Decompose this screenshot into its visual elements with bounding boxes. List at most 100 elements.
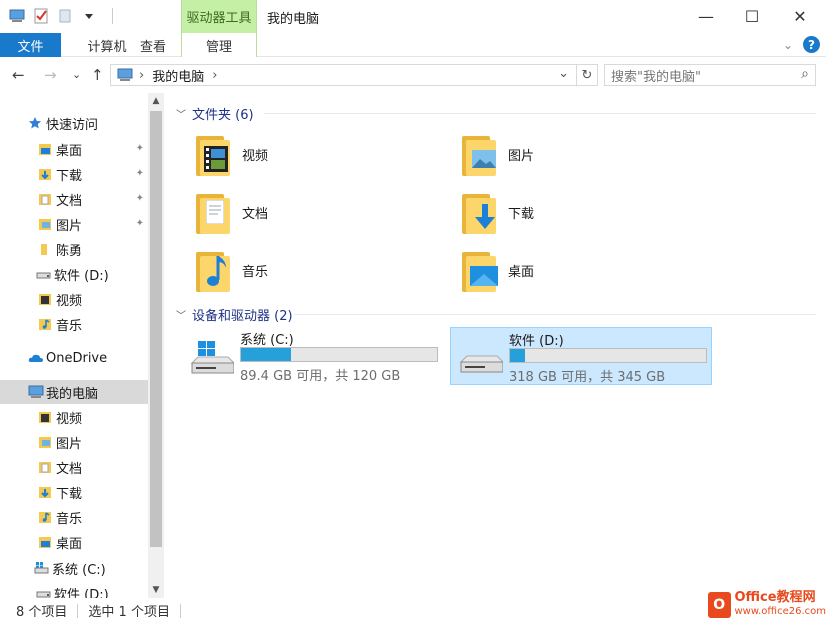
folder-desktop[interactable]: 桌面 — [430, 243, 670, 297]
music-folder-icon — [196, 248, 230, 292]
folder-pictures[interactable]: 图片 — [430, 127, 670, 181]
pin-icon[interactable]: ✦ — [136, 193, 144, 204]
sidebar-item-label: 视频 — [56, 293, 83, 309]
computer-icon — [28, 385, 44, 399]
address-dropdown-icon[interactable]: ⌄ — [558, 66, 569, 81]
watermark-url: www.office26.com — [734, 605, 826, 617]
group-title: 设备和驱动器 (2) — [192, 309, 293, 324]
sidebar-item-chenyong[interactable]: 陈勇 — [0, 237, 148, 261]
new-folder-icon[interactable] — [56, 7, 74, 25]
up-button[interactable]: ↑ — [91, 66, 104, 84]
back-button[interactable]: ← — [12, 66, 25, 84]
watermark-logo: O Office教程网 www.office26.com — [708, 586, 826, 623]
sidebar-item-label: 快速访问 — [46, 117, 99, 133]
folders-group-header[interactable]: ﹀ 文件夹 (6) — [176, 104, 254, 123]
sidebar-item-label: 下载 — [56, 168, 83, 184]
videos-folder-icon — [38, 292, 52, 306]
desktop-folder-icon — [462, 248, 498, 292]
sidebar-item-label: 系统 (C:) — [52, 562, 106, 578]
drive-d-tile[interactable]: 软件 (D:) 318 GB 可用，共 345 GB — [450, 327, 712, 385]
window-title: 我的电脑 — [267, 12, 320, 27]
scroll-down-icon[interactable]: ▼ — [148, 582, 164, 598]
divider — [179, 603, 181, 618]
scrollbar-thumb[interactable] — [150, 111, 162, 547]
sidebar-item-label: 文档 — [56, 461, 83, 477]
address-path-arrow-icon: › — [212, 67, 218, 83]
refresh-button[interactable]: ↻ — [576, 64, 598, 86]
properties-icon[interactable] — [32, 7, 50, 25]
tab-manage[interactable]: 管理 — [181, 33, 257, 57]
documents-folder-icon — [38, 460, 52, 474]
sidebar-item-label: 视频 — [56, 411, 83, 427]
star-icon — [28, 116, 42, 130]
drive-name: 系统 (C:) — [240, 333, 294, 348]
tab-view[interactable]: 查看 — [126, 33, 180, 57]
drive-icon — [36, 267, 51, 281]
sidebar-item-pc-desktop[interactable]: 桌面 — [0, 530, 148, 554]
folder-downloads[interactable]: 下载 — [430, 185, 670, 239]
sidebar-scrollbar[interactable]: ▲ ▼ — [148, 93, 164, 598]
chevron-down-icon: ﹀ — [176, 110, 186, 121]
videos-folder-icon — [38, 410, 52, 424]
sidebar-item-videos[interactable]: 视频 — [0, 287, 148, 311]
minimize-button[interactable]: — — [682, 0, 730, 33]
sidebar-item-drive-d-2[interactable]: 软件 (D:) — [0, 581, 148, 598]
navigation-pane: 快速访问 桌面 ✦ 下载 ✦ 文档 ✦ 图片 ✦ 陈勇 软件 (D:) 视频 音… — [0, 93, 164, 598]
computer-icon[interactable] — [8, 7, 26, 25]
sidebar-item-drive-d[interactable]: 软件 (D:) — [0, 262, 148, 286]
sidebar-item-downloads[interactable]: 下载 ✦ — [0, 162, 148, 186]
divider — [264, 113, 816, 114]
sidebar-item-label: 桌面 — [56, 536, 83, 552]
sidebar-item-label: OneDrive — [46, 350, 108, 366]
sidebar-item-quick-access[interactable]: 快速访问 — [0, 111, 148, 135]
sidebar-item-pictures[interactable]: 图片 ✦ — [0, 212, 148, 236]
forward-button[interactable]: → — [44, 66, 57, 84]
drives-group-header[interactable]: ﹀ 设备和驱动器 (2) — [176, 305, 293, 324]
drive-usage-bar — [509, 348, 707, 363]
scroll-up-icon[interactable]: ▲ — [148, 93, 164, 109]
sidebar-item-label: 我的电脑 — [46, 386, 99, 402]
windows-drive-icon — [190, 341, 236, 375]
sidebar-item-pc-downloads[interactable]: 下载 — [0, 480, 148, 504]
sidebar-item-pc-documents[interactable]: 文档 — [0, 455, 148, 479]
help-icon[interactable]: ? — [803, 36, 820, 53]
pin-icon[interactable]: ✦ — [136, 218, 144, 229]
sidebar-item-pc-pictures[interactable]: 图片 — [0, 430, 148, 454]
search-placeholder: 搜索"我的电脑" — [611, 69, 701, 85]
pin-icon[interactable]: ✦ — [136, 168, 144, 179]
folder-icon — [38, 242, 52, 256]
sidebar-item-label: 陈勇 — [56, 243, 83, 259]
navigation-bar: ← → ⌄ ↑ › 我的电脑 › ⌄ ↻ 搜索"我的电脑" ⌕ — [0, 57, 826, 93]
sidebar-item-this-pc[interactable]: 我的电脑 — [0, 380, 148, 404]
sidebar-item-desktop[interactable]: 桌面 ✦ — [0, 137, 148, 161]
sidebar-item-drive-c[interactable]: 系统 (C:) — [0, 556, 148, 580]
folder-documents[interactable]: 文档 — [164, 185, 404, 239]
sidebar-item-label: 图片 — [56, 218, 83, 234]
address-bar[interactable]: › 我的电脑 › ⌄ — [110, 64, 598, 86]
ribbon-collapse-chevron-icon[interactable]: ⌄ — [783, 38, 793, 52]
content-pane: ﹀ 文件夹 (6) 视频 图片 文档 下载 音乐 桌面 ﹀ 设备和驱动器 (2)… — [164, 93, 826, 598]
search-input[interactable]: 搜索"我的电脑" ⌕ — [604, 64, 816, 86]
folder-music[interactable]: 音乐 — [164, 243, 404, 297]
close-button[interactable]: ✕ — [776, 0, 824, 33]
sidebar-item-pc-music[interactable]: 音乐 — [0, 505, 148, 529]
sidebar-item-music[interactable]: 音乐 — [0, 312, 148, 336]
group-title: 文件夹 (6) — [192, 108, 254, 123]
divider — [294, 314, 816, 315]
sidebar-item-onedrive[interactable]: OneDrive — [0, 346, 148, 370]
folder-label: 音乐 — [242, 264, 269, 280]
sidebar-item-pc-videos[interactable]: 视频 — [0, 405, 148, 429]
drive-c-tile[interactable]: 系统 (C:) 89.4 GB 可用，共 120 GB — [182, 327, 444, 385]
recent-locations-chevron-icon[interactable]: ⌄ — [72, 68, 81, 81]
office-logo-icon: O — [708, 591, 731, 618]
maximize-button[interactable]: ☐ — [728, 0, 776, 33]
tab-file[interactable]: 文件 — [0, 33, 61, 57]
chevron-down-icon: ﹀ — [176, 311, 186, 322]
sidebar-item-label: 下载 — [56, 486, 83, 502]
pin-icon[interactable]: ✦ — [136, 143, 144, 154]
folder-videos[interactable]: 视频 — [164, 127, 404, 181]
documents-folder-icon — [38, 192, 52, 206]
address-path: 我的电脑 — [152, 69, 205, 85]
customize-dropdown-icon[interactable] — [80, 7, 98, 25]
sidebar-item-documents[interactable]: 文档 ✦ — [0, 187, 148, 211]
